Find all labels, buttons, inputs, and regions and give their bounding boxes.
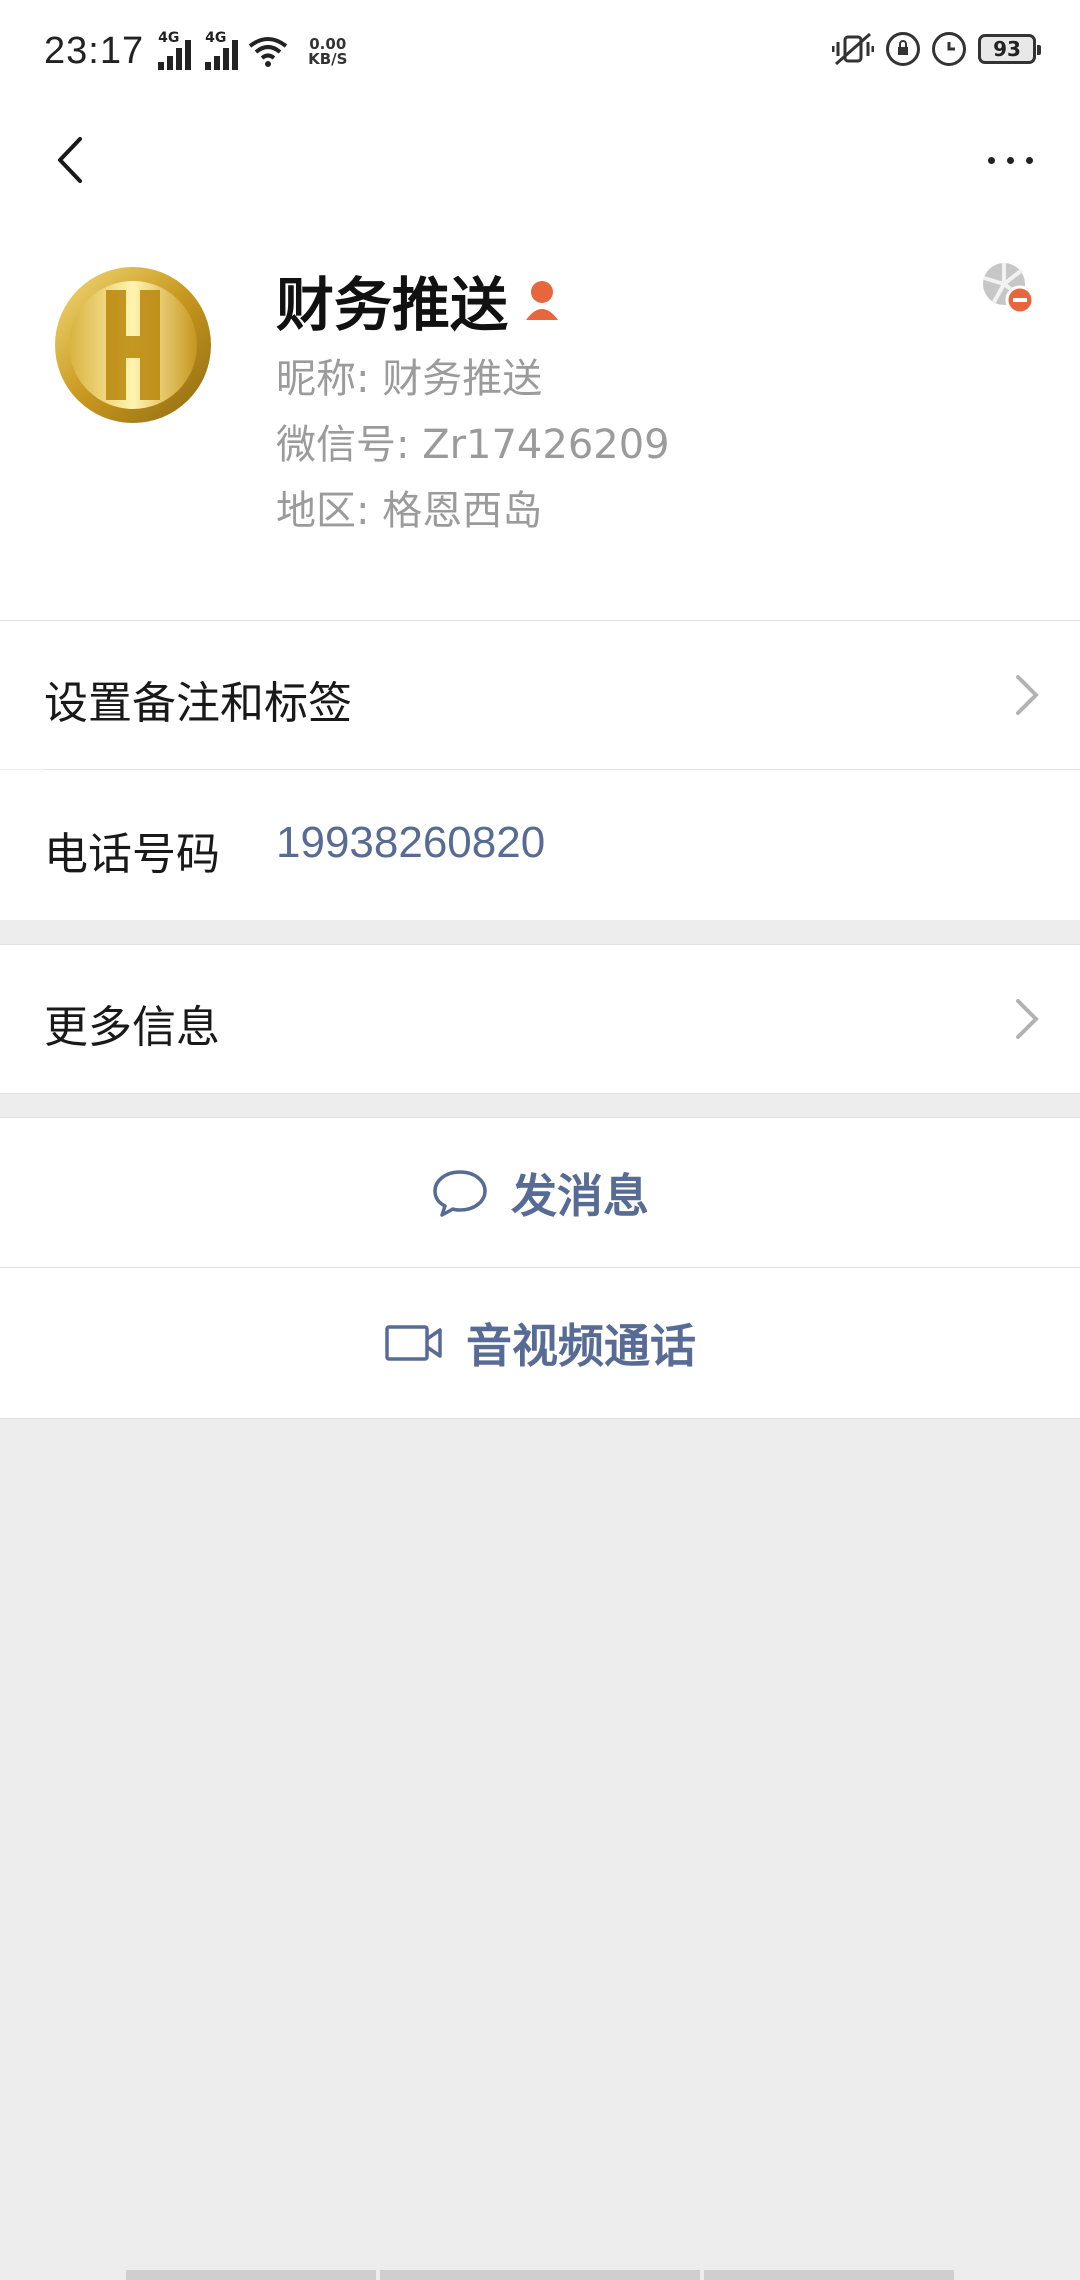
phone-number[interactable]: 19938260820: [276, 818, 545, 868]
avatar[interactable]: [48, 260, 218, 430]
display-name: 财务推送: [276, 271, 509, 339]
blocked-moments-icon: [983, 263, 1035, 315]
vibrate-mute-icon: [832, 32, 874, 66]
sim2-type: 4G: [205, 29, 227, 46]
status-left: 23:17 4G 4G 0.00 KB/S: [44, 30, 347, 73]
battery-level: 93: [993, 37, 1021, 61]
sim1-type: 4G: [158, 29, 180, 46]
more-dots-icon: [987, 156, 995, 164]
nickname-line: 昵称: 财务推送: [276, 356, 543, 402]
phone-row: 电话号码 19938260820: [0, 770, 1080, 920]
net-speed-unit: KB/S: [308, 49, 348, 68]
status-time: 23:17: [44, 30, 145, 72]
chat-bubble-icon: [433, 1170, 487, 1217]
battery-icon: 93: [978, 34, 1041, 64]
video-call-button[interactable]: 音视频通话: [0, 1267, 1080, 1419]
remark-tags-row[interactable]: 设置备注和标签: [0, 620, 1080, 770]
more-info-label: 更多信息: [44, 1002, 220, 1053]
more-button[interactable]: [960, 120, 1060, 200]
gesture-hint: [126, 2270, 376, 2280]
alarm-icon: [932, 32, 966, 66]
gesture-hint: [380, 2270, 700, 2280]
video-camera-icon: [385, 1325, 442, 1361]
signal-2-icon: 4G: [205, 30, 239, 70]
wechat-id-line[interactable]: 微信号: Zr17426209: [276, 412, 670, 470]
rotation-lock-icon: [886, 32, 920, 66]
gesture-hint: [704, 2270, 954, 2280]
back-arrow-icon: [58, 137, 82, 183]
female-icon: [526, 281, 559, 320]
video-call-label: 音视频通话: [466, 1319, 696, 1373]
status-right: 93: [832, 32, 1041, 66]
nav-bar: [0, 110, 1080, 220]
remark-tags-label: 设置备注和标签: [44, 678, 352, 729]
status-bar: 23:17 4G 4G 0.00 KB/S 93: [0, 0, 1080, 110]
more-info-row[interactable]: 更多信息: [0, 944, 1080, 1094]
back-button[interactable]: [30, 120, 110, 200]
profile-name: 财务推送: [276, 258, 562, 342]
chevron-right-icon: [1016, 675, 1039, 715]
chevron-right-icon: [1016, 999, 1039, 1039]
send-message-button[interactable]: 发消息: [0, 1117, 1080, 1268]
signal-1-icon: 4G: [158, 30, 192, 70]
region-line: 地区: 格恩西岛: [276, 488, 543, 534]
phone-label: 电话号码: [44, 829, 220, 880]
send-message-label: 发消息: [511, 1169, 649, 1223]
wifi-icon: [248, 36, 288, 67]
net-speed: 0.00 KB/S: [308, 36, 348, 68]
profile-card: 财务推送 昵称: 财务推送 微信号: Zr17426209 地区: 格恩西岛: [0, 220, 1080, 620]
